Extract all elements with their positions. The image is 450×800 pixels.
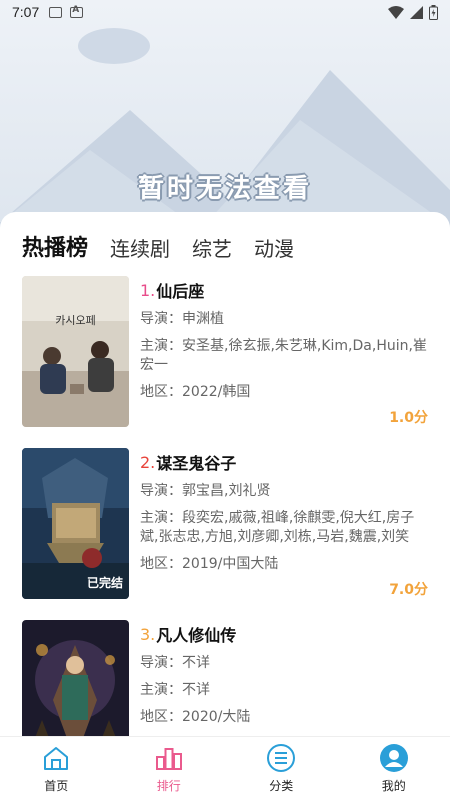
tab-variety[interactable]: 综艺 <box>192 233 232 268</box>
category-icon <box>266 743 296 773</box>
status-time: 7:07 <box>12 4 40 20</box>
signal-icon <box>410 5 423 19</box>
item-score: 1.0分 <box>389 410 428 426</box>
item-cast: 主演：不详 <box>140 682 210 698</box>
content-panel: 热播榜 连续剧 综艺 动漫 카시오페 1. 仙后座 导演：申渊植 主演：安圣基,… <box>0 212 450 736</box>
nav-label: 首页 <box>44 779 69 793</box>
nav-ranking[interactable]: 排行 <box>113 737 226 800</box>
list-item[interactable]: 3. 凡人修仙传 导演：不详 主演：不详 地区：2020/大陆 <box>22 620 428 736</box>
poster-title-text: 카시오페 <box>55 314 96 327</box>
rank-number: 1. <box>140 280 156 300</box>
tab-tv-series[interactable]: 连续剧 <box>110 233 170 268</box>
banner-cloud <box>78 28 150 64</box>
profile-icon <box>379 743 409 773</box>
wifi-icon <box>388 5 404 19</box>
poster-image[interactable]: 已完结 <box>22 448 129 599</box>
item-info: 3. 凡人修仙传 导演：不详 主演：不详 地区：2020/大陆 <box>140 620 428 736</box>
tab-anime[interactable]: 动漫 <box>254 233 294 268</box>
nav-label: 分类 <box>269 779 294 793</box>
nav-category[interactable]: 分类 <box>225 737 338 800</box>
item-title: 仙后座 <box>156 282 205 301</box>
item-director: 导演：不详 <box>140 655 210 671</box>
status-bar: 7:07 <box>0 0 450 24</box>
list-item[interactable]: 카시오페 1. 仙后座 导演：申渊植 主演：安圣基,徐玄振,朱艺琳,Kim,Da… <box>22 276 428 427</box>
battery-icon <box>429 4 438 20</box>
a-notification-icon <box>70 5 84 18</box>
item-info: 1. 仙后座 导演：申渊植 主演：安圣基,徐玄振,朱艺琳,Kim,Da,Huin… <box>140 276 428 427</box>
poster-image[interactable]: 카시오페 <box>22 276 129 427</box>
nav-label: 我的 <box>381 779 406 793</box>
item-title-row: 3. 凡人修仙传 <box>140 622 428 646</box>
item-title: 凡人修仙传 <box>156 626 237 645</box>
poster-completed-badge: 已完结 <box>86 576 123 590</box>
item-director: 导演：申渊植 <box>140 311 224 327</box>
item-region: 地区：2019/中国大陆 <box>140 556 279 572</box>
item-score: 7.0分 <box>389 582 428 598</box>
item-title: 谋圣鬼谷子 <box>156 454 237 473</box>
poster-image[interactable] <box>22 620 129 736</box>
nav-home[interactable]: 首页 <box>0 737 113 800</box>
category-tabs: 热播榜 连续剧 综艺 动漫 <box>0 212 450 268</box>
nav-profile[interactable]: 我的 <box>338 737 450 800</box>
item-region: 地区：2022/韩国 <box>140 384 251 400</box>
image-notification-icon <box>49 6 63 18</box>
item-cast: 主演：段奕宏,戚薇,祖峰,徐麒雯,倪大红,房子斌,张志忠,方旭,刘彦卿,刘栋,马… <box>140 510 415 545</box>
item-director: 导演：郭宝昌,刘礼贤 <box>140 483 271 499</box>
tab-hot-ranking[interactable]: 热播榜 <box>22 230 88 268</box>
list-item[interactable]: 已完结 2. 谋圣鬼谷子 导演：郭宝昌,刘礼贤 主演：段奕宏,戚薇,祖峰,徐麒雯… <box>22 448 428 599</box>
home-icon <box>41 743 71 773</box>
item-title-row: 2. 谋圣鬼谷子 <box>140 450 428 474</box>
banner-notice: 暂时无法查看 <box>137 174 312 204</box>
item-title-row: 1. 仙后座 <box>140 278 428 302</box>
item-cast: 主演：安圣基,徐玄振,朱艺琳,Kim,Da,Huin,崔宏一 <box>140 338 427 373</box>
nav-label: 排行 <box>156 779 181 793</box>
banner[interactable]: 暂时无法查看 <box>0 0 450 240</box>
rank-number: 3. <box>140 624 156 644</box>
ranking-list: 카시오페 1. 仙后座 导演：申渊植 主演：安圣基,徐玄振,朱艺琳,Kim,Da… <box>0 268 450 736</box>
rank-number: 2. <box>140 452 156 472</box>
item-info: 2. 谋圣鬼谷子 导演：郭宝昌,刘礼贤 主演：段奕宏,戚薇,祖峰,徐麒雯,倪大红… <box>140 448 428 599</box>
bottom-nav: 首页 排行 分类 我的 <box>0 736 450 800</box>
item-region: 地区：2020/大陆 <box>140 709 251 725</box>
ranking-icon <box>154 743 184 773</box>
